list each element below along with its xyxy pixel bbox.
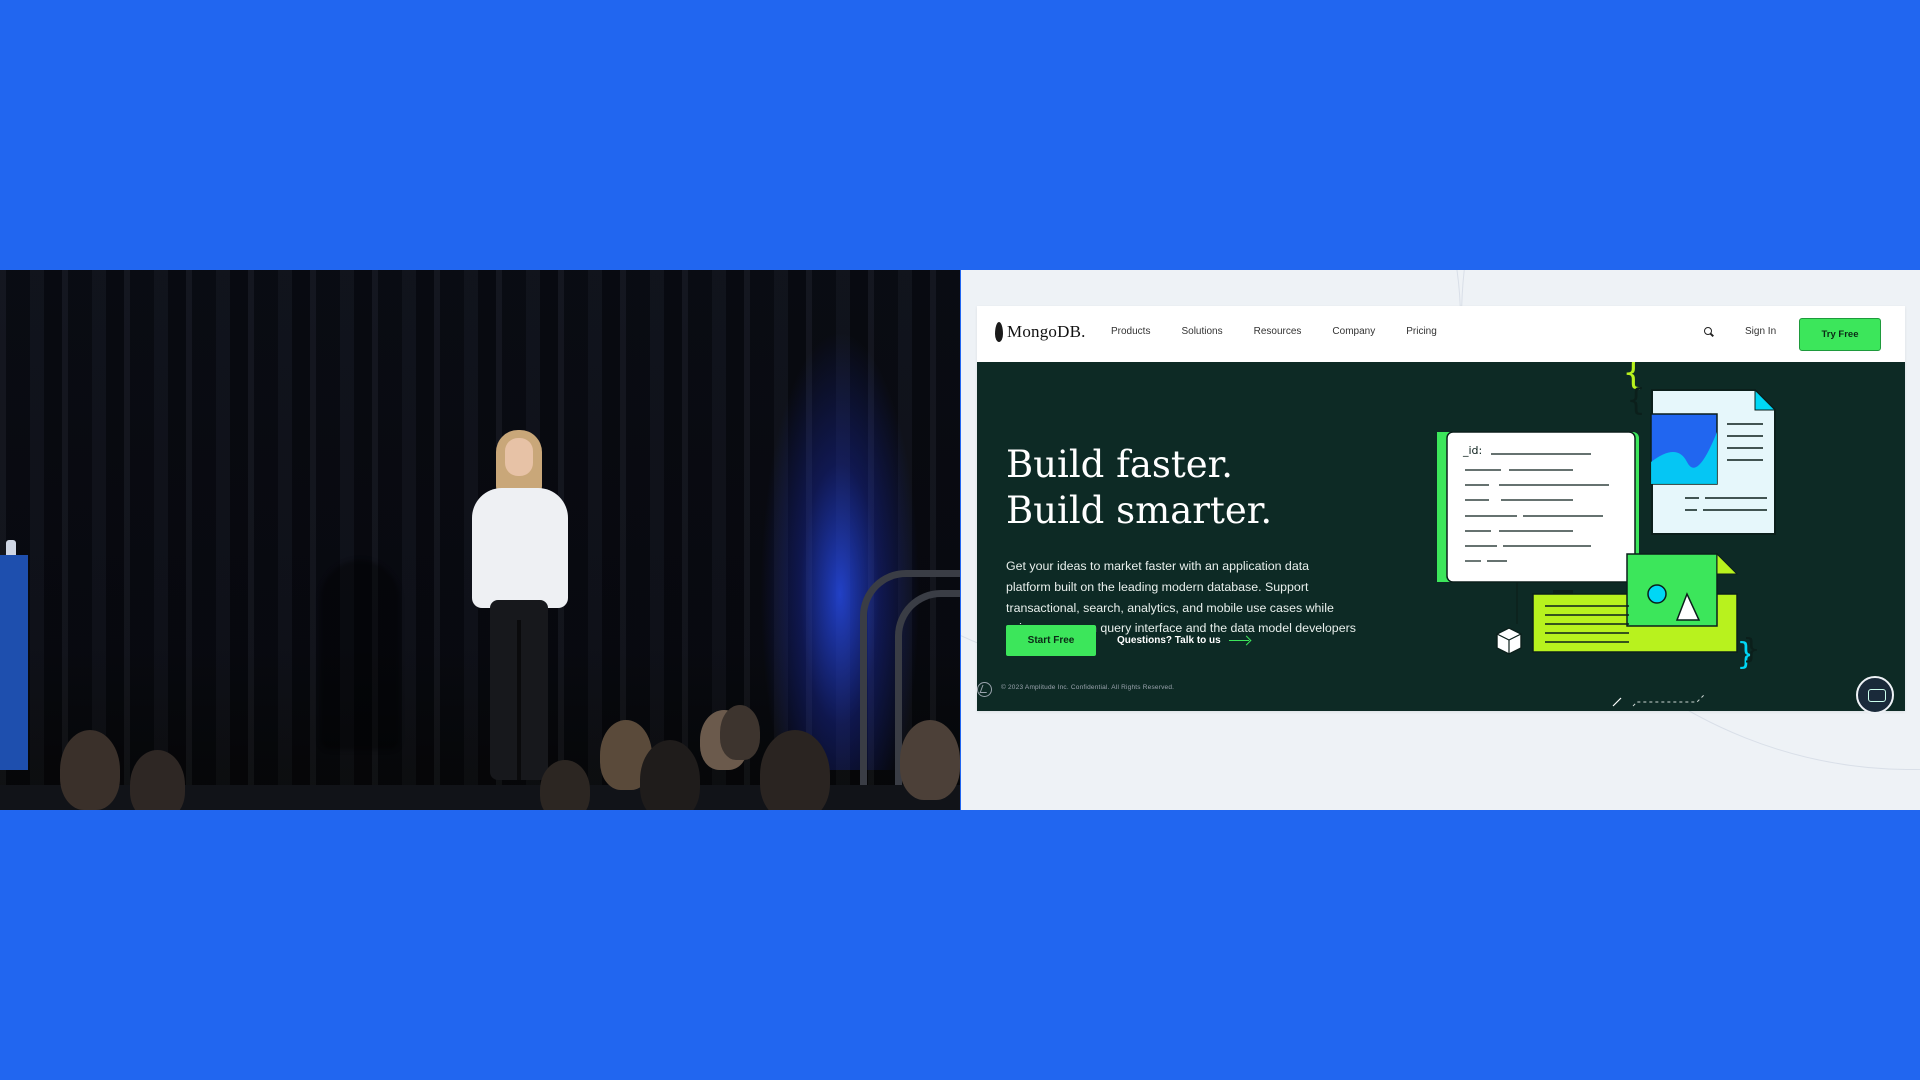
water-bottle [6, 540, 16, 556]
slide-footer: © 2023 Amplitude Inc. Confidential. All … [1001, 684, 1175, 691]
svg-text:{: { [1627, 383, 1645, 418]
nav-link-company[interactable]: Company [1332, 326, 1375, 337]
search-icon[interactable] [1704, 327, 1714, 337]
presentation-slide: MongoDB. Products Solutions Resources Co… [961, 270, 1920, 810]
talk-to-us-link[interactable]: Questions? Talk to us [1117, 625, 1251, 656]
arrow-right-icon [1228, 636, 1251, 646]
start-free-button[interactable]: Start Free [1006, 625, 1096, 656]
audience [0, 700, 960, 810]
amplitude-logo-icon [977, 682, 992, 697]
site-nav: MongoDB. Products Solutions Resources Co… [977, 306, 1905, 362]
hero-section: Build faster. Build smarter. Get your id… [977, 362, 1905, 711]
hero-title-line-2: Build smarter. [1006, 489, 1273, 532]
try-free-button[interactable]: Try Free [1799, 318, 1881, 351]
chat-icon[interactable] [1856, 676, 1894, 714]
nav-link-pricing[interactable]: Pricing [1406, 326, 1437, 337]
nav-link-solutions[interactable]: Solutions [1181, 326, 1222, 337]
hero-title-line-1: Build faster. [1006, 443, 1234, 486]
mongodb-logo[interactable]: MongoDB. [995, 322, 1086, 342]
website-screenshot: MongoDB. Products Solutions Resources Co… [977, 306, 1905, 711]
svg-text:}: } [1743, 632, 1760, 665]
id-label: _id: [1462, 444, 1482, 457]
hero-title: Build faster. Build smarter. [1006, 442, 1272, 534]
hero-illustration: { { _id:}} [1437, 362, 1777, 707]
leaf-logo-icon [995, 322, 1003, 342]
logo-text: MongoDB. [1007, 322, 1086, 341]
nav-link-products[interactable]: Products [1111, 326, 1150, 337]
sign-in-link[interactable]: Sign In [1745, 326, 1776, 337]
nav-link-resources[interactable]: Resources [1254, 326, 1302, 337]
stage-video [0, 270, 960, 810]
talk-to-us-label: Questions? Talk to us [1117, 635, 1221, 646]
nav-links: Products Solutions Resources Company Pri… [1111, 326, 1468, 337]
